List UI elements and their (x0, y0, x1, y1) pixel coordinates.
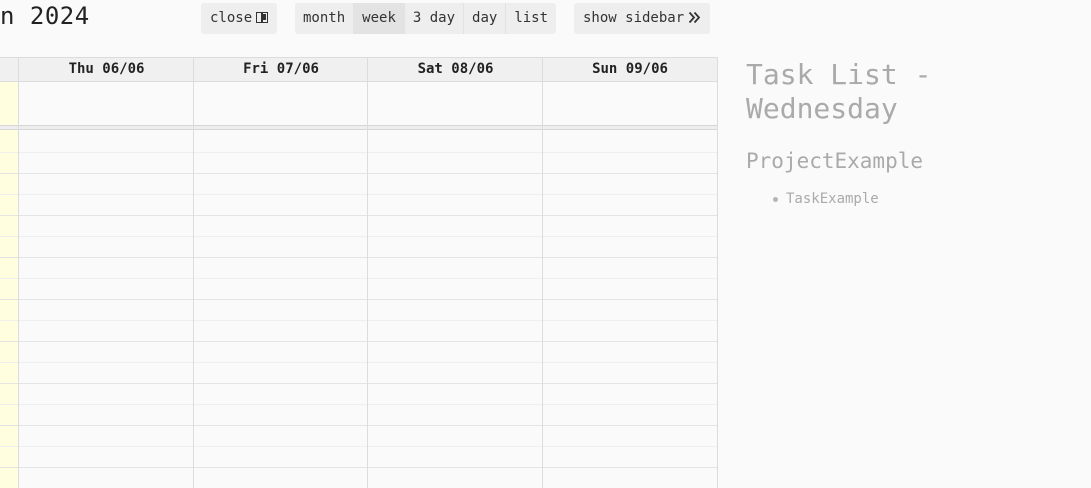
time-slot-line (0, 383, 717, 384)
time-slot-line (0, 236, 717, 237)
view-day-button[interactable]: day (464, 3, 507, 34)
all-day-divider (0, 126, 717, 130)
column-divider (542, 82, 543, 488)
double-chevron-right-icon (688, 5, 701, 36)
time-slot-line (0, 362, 717, 363)
sidebar-title: Task List - Wednesday (746, 58, 932, 125)
time-slot-line (0, 152, 717, 153)
close-button-label: close (210, 10, 253, 26)
column-divider (193, 82, 194, 488)
task-sidebar: Task List - Wednesday ProjectExample Tas… (746, 58, 1086, 210)
today-time-column[interactable] (0, 130, 18, 488)
time-slot-line (0, 320, 717, 321)
day-header-row: Thu 06/06 Fri 07/06 Sat 08/06 Sun 09/06 (0, 58, 717, 82)
time-slot-line (0, 446, 717, 447)
view-month-button[interactable]: month (295, 3, 355, 34)
view-switcher: month week 3 day day list (295, 3, 557, 34)
show-sidebar-label: show sidebar (583, 10, 685, 26)
task-label: TaskExample (786, 191, 879, 207)
day-header-thu[interactable]: Thu 06/06 (18, 58, 194, 81)
time-slot-line (0, 278, 717, 279)
column-divider (18, 82, 19, 488)
time-slot-line (0, 425, 717, 426)
close-button[interactable]: close (201, 3, 278, 34)
bullet-icon (773, 197, 778, 202)
project-name: ProjectExample (746, 149, 924, 173)
time-slot-line (0, 467, 717, 468)
time-slot-line (0, 341, 717, 342)
time-slot-line (0, 299, 717, 300)
calendar-title: n 2024 (0, 2, 90, 30)
time-slot-line (0, 194, 717, 195)
show-sidebar-button[interactable]: show sidebar (574, 3, 711, 36)
task-item[interactable]: TaskExample (746, 188, 1086, 210)
week-grid: Thu 06/06 Fri 07/06 Sat 08/06 Sun 09/06 (0, 57, 718, 488)
time-slot-line (0, 257, 717, 258)
view-list-button[interactable]: list (506, 3, 557, 34)
day-header-sat[interactable]: Sat 08/06 (367, 58, 543, 81)
view-week-button[interactable]: week (354, 3, 405, 34)
time-slot-line (0, 215, 717, 216)
day-header-sun[interactable]: Sun 09/06 (542, 58, 717, 81)
all-day-row[interactable] (0, 82, 717, 126)
time-slot-line (0, 404, 717, 405)
time-slot-line (0, 173, 717, 174)
day-header-fri[interactable]: Fri 07/06 (193, 58, 368, 81)
panel-close-icon (256, 12, 269, 23)
column-divider (367, 82, 368, 488)
task-list: TaskExample (746, 188, 1086, 210)
calendar-page: n 2024 close month week 3 day day list s… (0, 0, 1091, 488)
view-3day-button[interactable]: 3 day (404, 3, 465, 34)
